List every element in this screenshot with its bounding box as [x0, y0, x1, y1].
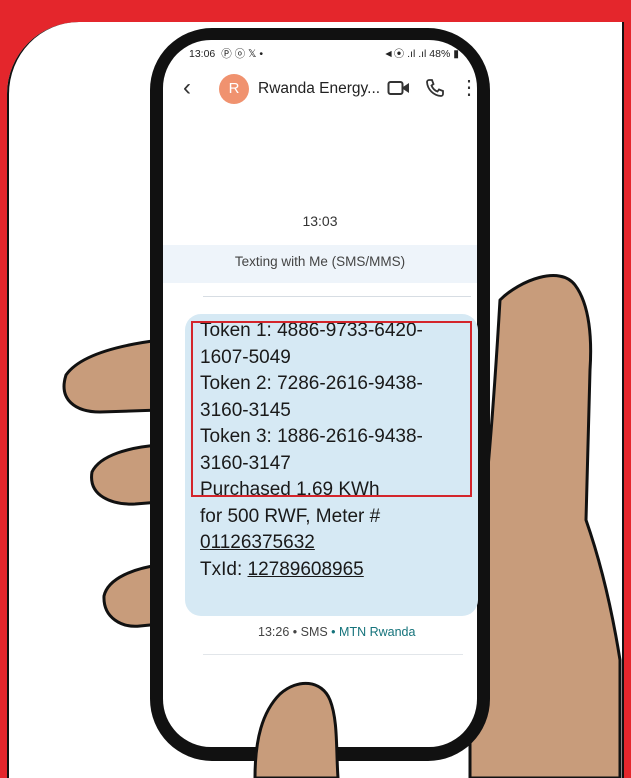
conversation-header: ‹ R Rwanda Energy... ⋮ — [163, 70, 477, 110]
token-highlight-box — [191, 321, 472, 497]
status-bar: 13:06 Ⓟ ⓞ 𝕏 • ◄⦿ .ıl .ıl 48% ▮ — [189, 46, 459, 62]
meter-number-link[interactable]: 01126375632 — [200, 530, 475, 557]
contact-avatar[interactable]: R — [219, 74, 249, 104]
message-meta: 13:26 • SMS • MTN Rwanda — [258, 625, 415, 639]
chevron-left-icon[interactable]: ‹ — [183, 76, 191, 100]
sms-info-band: Texting with Me (SMS/MMS) — [163, 245, 477, 283]
status-time: 13:06 — [189, 48, 216, 60]
thumb-shape — [468, 274, 622, 778]
message-type: SMS — [300, 625, 328, 639]
txid-link[interactable]: 12789608965 — [248, 559, 364, 580]
txid-label: TxId: — [200, 558, 248, 580]
sms-info-text: Texting with Me (SMS/MMS) — [234, 254, 406, 269]
video-call-icon[interactable] — [387, 78, 411, 98]
status-right: ◄⦿ .ıl .ıl 48% ▮ — [383, 46, 459, 61]
message-line: for 500 RWF, Meter # — [200, 505, 381, 527]
more-vert-icon[interactable]: ⋮ — [459, 76, 477, 100]
contact-name[interactable]: Rwanda Energy... — [258, 80, 380, 98]
meta-separator: • — [289, 625, 301, 639]
status-left: 13:06 Ⓟ ⓞ 𝕏 • — [189, 46, 263, 61]
notification-icons: Ⓟ ⓞ 𝕏 • — [221, 48, 264, 60]
sim-name: MTN Rwanda — [339, 625, 416, 639]
sim-separator: • — [327, 625, 340, 639]
thread-timestamp: 13:03 — [302, 213, 338, 229]
phone-icon[interactable] — [425, 78, 445, 98]
divider-bottom — [203, 654, 463, 655]
message-time: 13:26 — [258, 625, 290, 639]
avatar-letter: R — [228, 80, 240, 97]
divider — [203, 296, 471, 297]
battery-icon: ▮ — [453, 48, 459, 60]
battery-percent: 48% — [429, 48, 451, 60]
index-finger — [62, 338, 162, 414]
txid-line: TxId: 12789608965 — [200, 557, 475, 584]
signal-icons: ◄⦿ .ıl .ıl — [383, 48, 427, 60]
